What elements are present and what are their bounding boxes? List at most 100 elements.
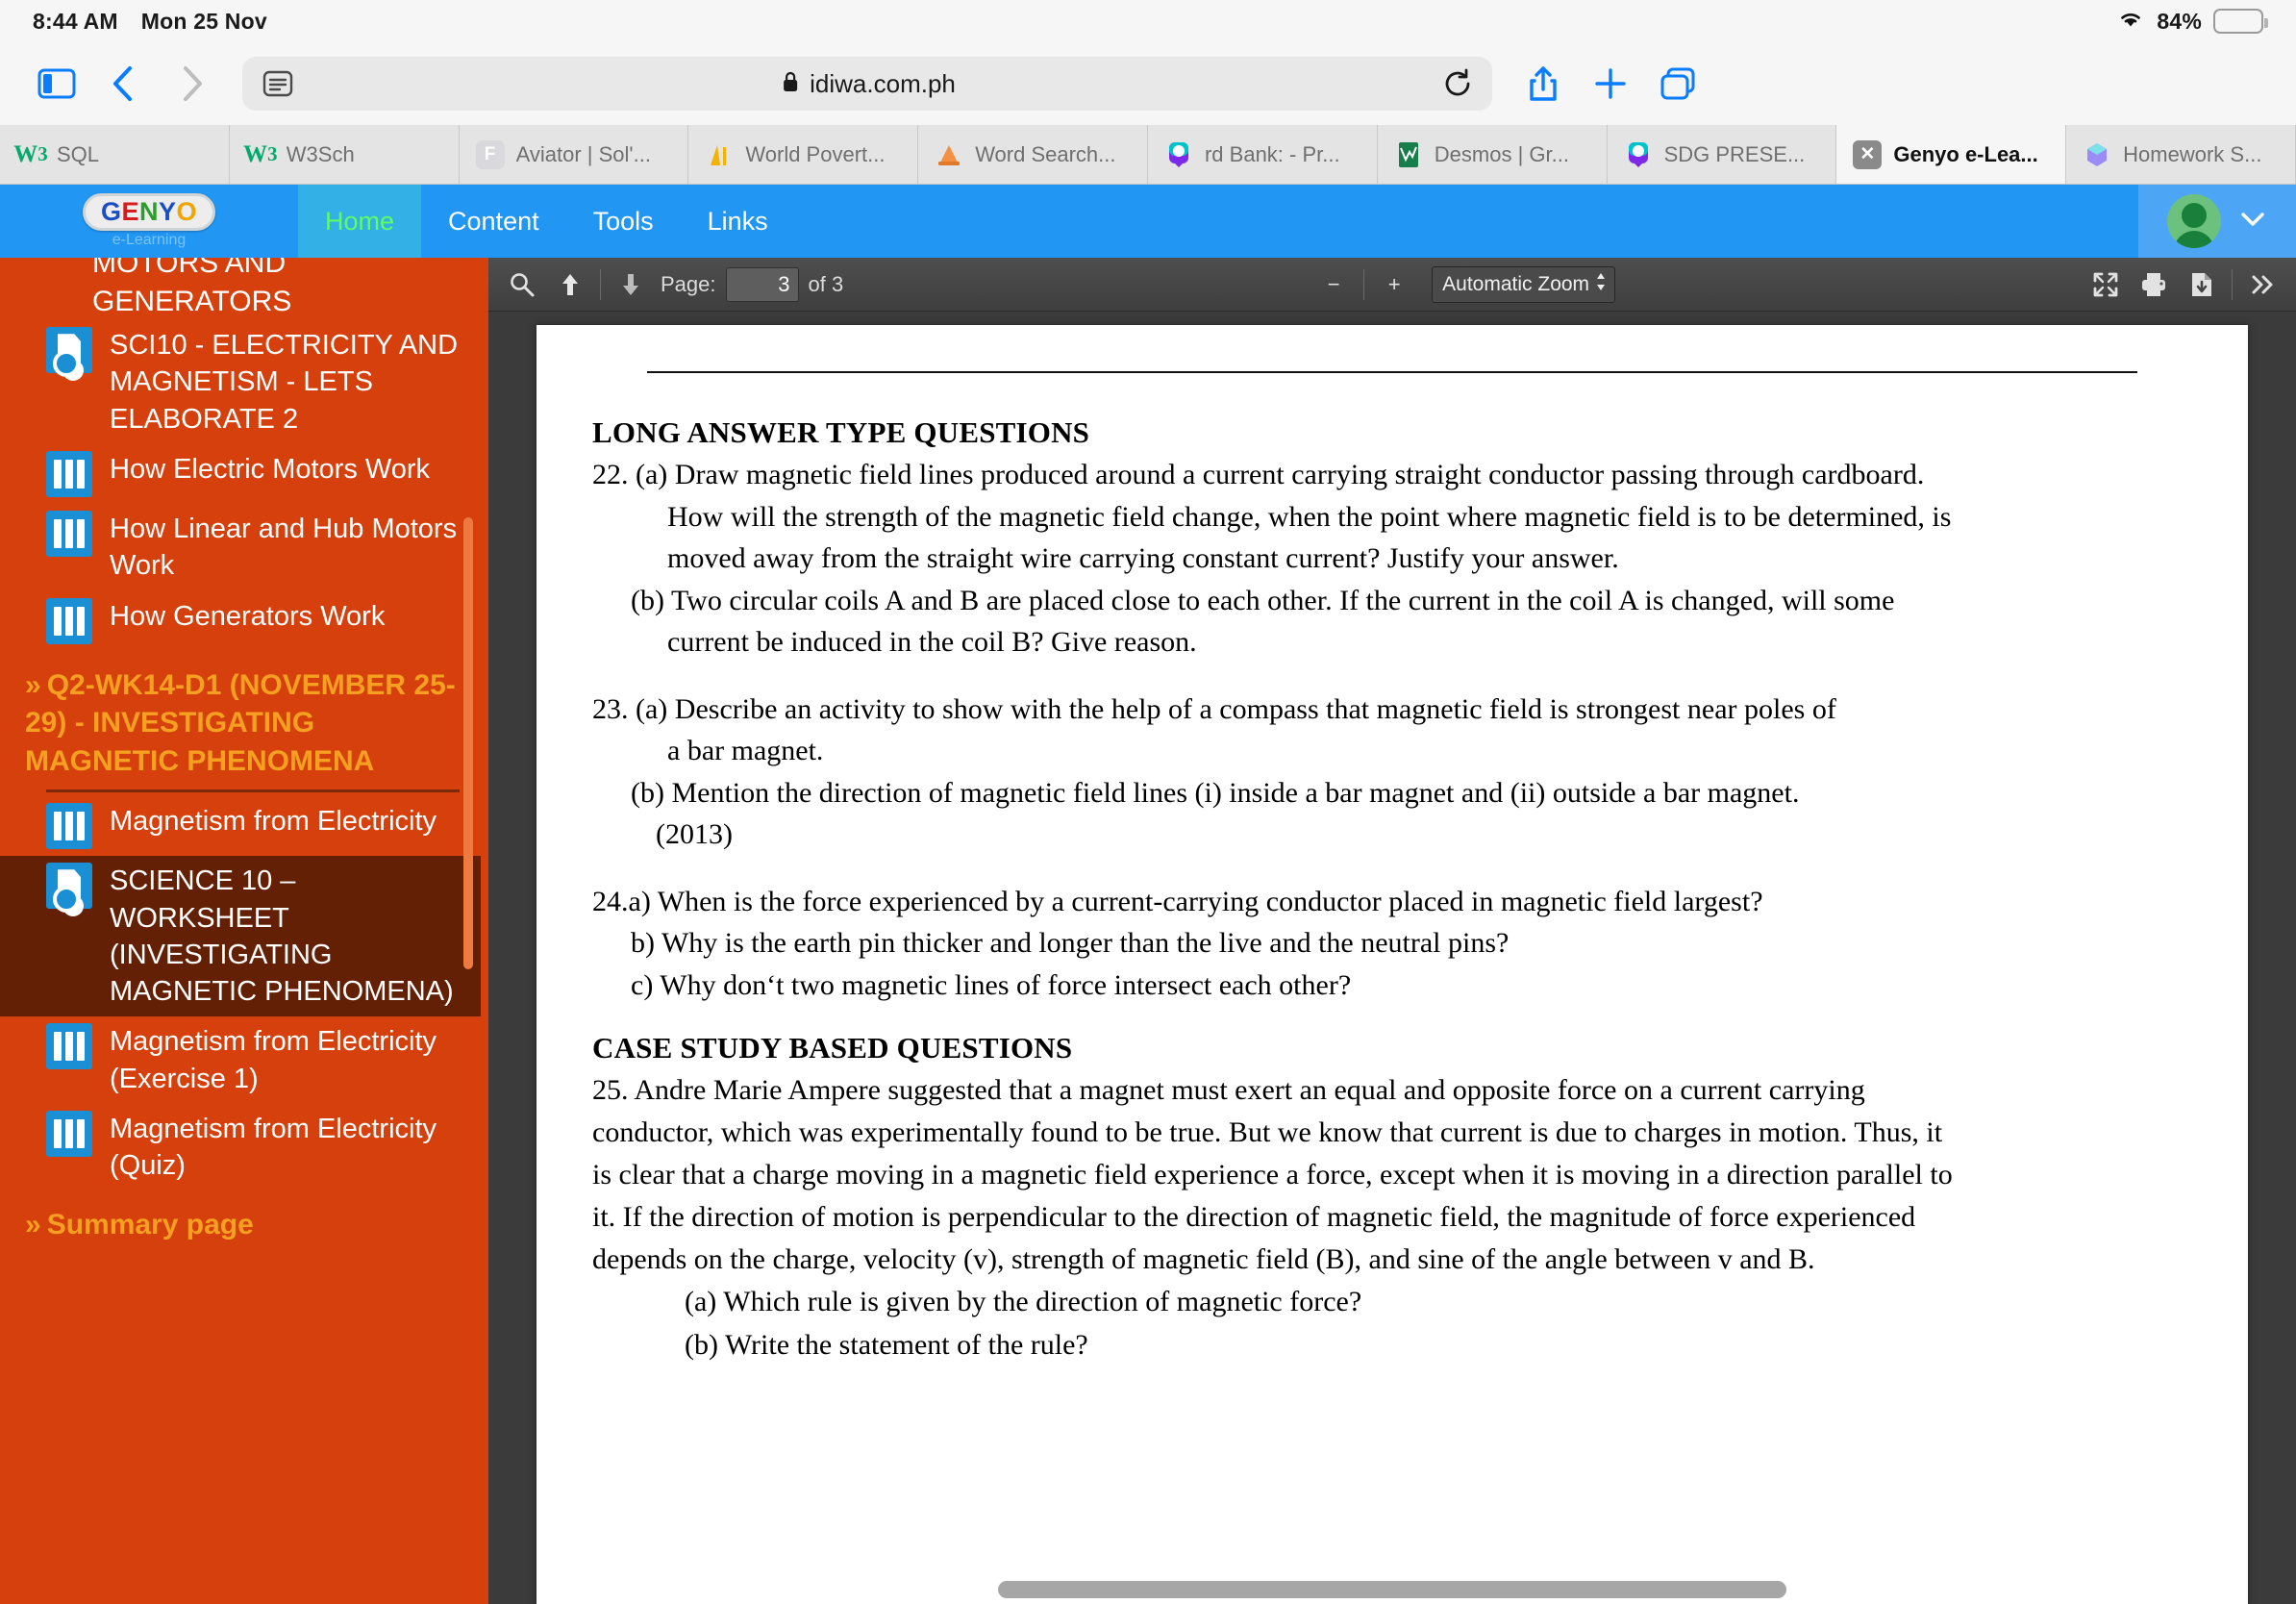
question-23a-line2: a bar magnet. (667, 735, 824, 766)
sidebar-icon[interactable] (27, 54, 87, 113)
chevron-updown-icon (1595, 271, 1607, 298)
heading-case-study: CASE STUDY BASED QUESTIONS (592, 1031, 1073, 1065)
pdf-toolbar-right (2082, 263, 2286, 306)
question-25-line4: it. If the direction of motion is perpen… (592, 1201, 1916, 1234)
tab-label: rd Bank: - Pr... (1204, 141, 1340, 166)
sidebar-section-title-row: » Q2-WK14-D1 (NOVEMBER 25-29) - INVESTIGA… (25, 666, 460, 781)
arrow-up-icon[interactable] (546, 263, 594, 306)
browser-tab[interactable]: W3 W3Sch (229, 125, 460, 184)
question-22b-line1: (b) Two circular coils A and B are place… (631, 584, 1895, 616)
tab-label: Genyo e-Lea... (1893, 141, 2038, 166)
lock-icon (781, 70, 800, 98)
nav-item-tools[interactable]: Tools (566, 185, 681, 258)
logo-letter: N (139, 197, 159, 226)
desmos-icon (1393, 139, 1424, 170)
slides-icon (46, 510, 92, 557)
address-bar[interactable]: idiwa.com.ph (242, 57, 1492, 111)
safari-toolbar: idiwa.com.ph (0, 42, 2296, 125)
page-label: Page: (661, 271, 716, 296)
fullscreen-icon[interactable] (2082, 263, 2130, 306)
page-input[interactable]: 3 (725, 266, 799, 302)
reader-view-icon[interactable] (262, 69, 294, 98)
sidebar-item-selected[interactable]: SCIENCE 10 – WORKSHEET (INVESTIGATING MA… (0, 856, 481, 1017)
tab-label: Aviator | Sol'... (515, 141, 651, 166)
sidebar-item[interactable]: SCI10 - ELECTRICITY AND MAGNETISM - LETS… (0, 320, 481, 444)
avatar[interactable] (2167, 194, 2221, 248)
question-24b: b) Why is the earth pin thicker and long… (631, 927, 1510, 959)
double-chevron-icon: » (25, 1209, 41, 1241)
horizontal-scrollbar[interactable] (488, 1579, 2296, 1600)
sidebar-section-title: Q2-WK14-D1 (NOVEMBER 25-29) - INVESTIGAT… (25, 668, 456, 777)
sidebar-item[interactable]: How Generators Work (0, 591, 481, 651)
sidebar-item[interactable]: Magnetism from Electricity (Exercise 1) (0, 1016, 481, 1104)
pdf-stage[interactable]: LONG ANSWER TYPE QUESTIONS 22. (a) Draw … (488, 312, 2296, 1604)
page-body: MOTORS AND GENERATORS SCI10 - ELECTRICIT… (0, 258, 2296, 1604)
browser-tab[interactable]: W3 SQL (0, 125, 230, 184)
sidebar-item-label: How Linear and Hub Motors Work (110, 513, 458, 582)
sidebar-item[interactable]: How Electric Motors Work (0, 444, 481, 504)
question-24: 24.a) When is the force experienced by a… (592, 881, 2192, 1007)
zoom-select[interactable]: Automatic Zoom (1432, 265, 1616, 303)
chart-icon (704, 139, 735, 170)
arrow-down-icon[interactable] (607, 263, 655, 306)
chevron-down-icon[interactable] (2238, 210, 2267, 234)
w3schools-icon: W3 (13, 140, 48, 167)
browser-tab[interactable]: F Aviator | Sol'... (459, 125, 689, 184)
share-icon[interactable] (1513, 54, 1573, 113)
reload-icon[interactable] (1442, 68, 1473, 99)
logo-letter: O (176, 197, 198, 226)
toolbar-separator (2232, 268, 2233, 300)
wifi-icon (2116, 8, 2145, 35)
close-tab-icon[interactable]: ✕ (1852, 139, 1883, 170)
pdf-viewer: Page: 3 of 3 − + Automatic Zoom LONG ANS… (488, 258, 2296, 1604)
question-23b-line1: (b) Mention the direction of magnetic fi… (631, 776, 1800, 809)
tab-label: Homework S... (2123, 141, 2262, 166)
sidebar-section-header[interactable]: » Q2-WK14-D1 (NOVEMBER 25-29) - INVESTIGA… (0, 651, 481, 793)
browser-tab[interactable]: SDG PRESE... (1607, 125, 1837, 184)
question-25-line1: 25. Andre Marie Ampere suggested that a … (592, 1074, 1865, 1106)
sidebar-item[interactable]: Magnetism from Electricity (0, 796, 481, 856)
sidebar-item-label: SCI10 - ELECTRICITY AND MAGNETISM - LETS… (110, 330, 459, 435)
scrollbar-thumb[interactable] (998, 1581, 1786, 1598)
sidebar-item[interactable]: Magnetism from Electricity (Quiz) (0, 1104, 481, 1191)
w3schools-icon: W3 (243, 140, 278, 167)
back-icon[interactable] (94, 54, 154, 113)
zoom-out-button[interactable]: − (1310, 263, 1358, 306)
sidebar-scrollbar[interactable] (463, 517, 473, 969)
browser-tab[interactable]: rd Bank: - Pr... (1147, 125, 1378, 184)
print-icon[interactable] (2130, 263, 2178, 306)
browser-tab[interactable]: World Povert... (688, 125, 919, 184)
sidebar-edge (481, 258, 488, 1604)
nav-item-home[interactable]: Home (298, 185, 422, 258)
toolbar-separator (1363, 268, 1365, 300)
canva-icon (1163, 139, 1194, 170)
sidebar-footer-title: Summary page (46, 1209, 254, 1241)
zoom-controls: − + Automatic Zoom (1310, 263, 1616, 306)
logo-letter: E (121, 197, 139, 226)
browser-tab[interactable]: Homework S... (2066, 125, 2296, 184)
browser-tab[interactable]: Desmos | Gr... (1377, 125, 1608, 184)
genyo-logo[interactable]: GENYO e-Learning (0, 185, 298, 258)
nav-item-content[interactable]: Content (421, 185, 566, 258)
browser-tab[interactable]: Word Search... (918, 125, 1148, 184)
nav-item-links[interactable]: Links (681, 185, 795, 258)
plus-icon[interactable] (1581, 54, 1640, 113)
download-icon[interactable] (2178, 263, 2226, 306)
page-total: of 3 (808, 271, 844, 296)
sidebar-item[interactable]: How Linear and Hub Motors Work (0, 504, 481, 591)
status-left: 8:44 AM Mon 25 Nov (33, 9, 267, 35)
account-area[interactable] (2138, 185, 2296, 258)
tab-label: Word Search... (975, 141, 1116, 166)
orange-cone-icon (934, 139, 964, 170)
course-sidebar[interactable]: MOTORS AND GENERATORS SCI10 - ELECTRICIT… (0, 258, 481, 1604)
search-icon[interactable] (498, 263, 546, 306)
sidebar-item-label: How Generators Work (110, 600, 386, 632)
zoom-in-button[interactable]: + (1370, 263, 1418, 306)
url-display[interactable]: idiwa.com.ph (294, 57, 1442, 111)
status-date: Mon 25 Nov (140, 8, 267, 34)
double-chevron-right-icon[interactable] (2238, 263, 2286, 306)
browser-tab-active[interactable]: ✕ Genyo e-Lea... (1836, 125, 2067, 184)
tabs-overview-icon[interactable] (1648, 54, 1708, 113)
sidebar-footer-section[interactable]: » Summary page (0, 1190, 481, 1244)
question-24a: 24.a) When is the force experienced by a… (592, 885, 1763, 917)
